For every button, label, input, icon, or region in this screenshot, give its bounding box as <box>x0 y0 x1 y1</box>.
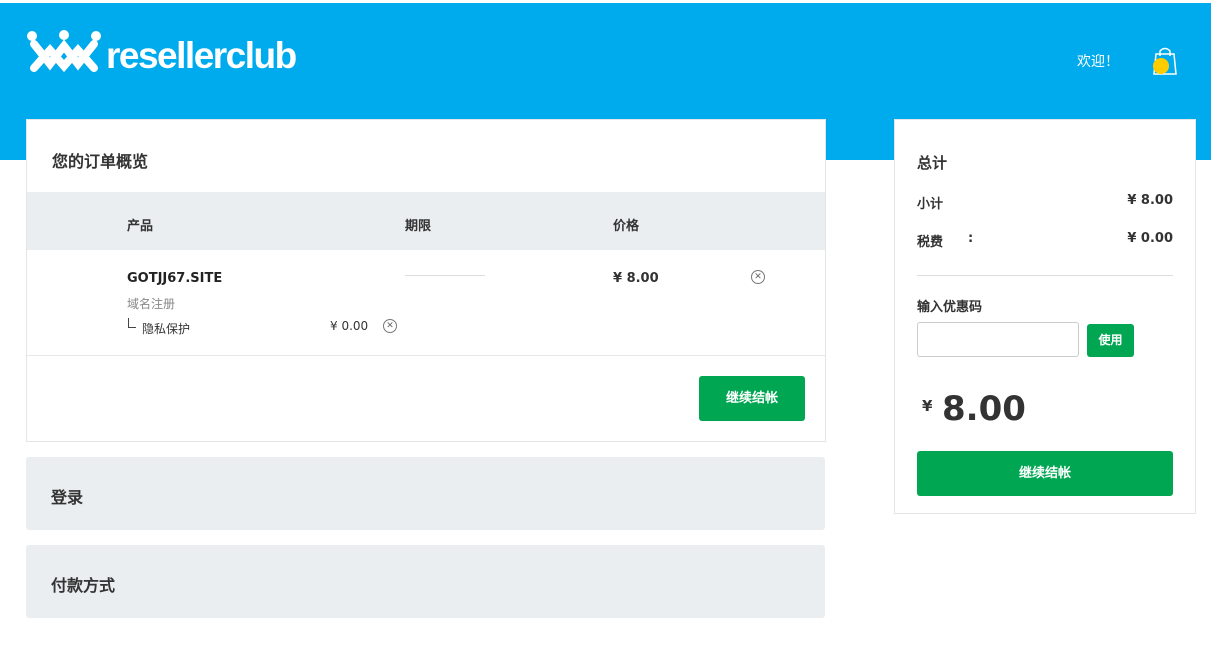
privacy-protection-price: ¥ 0.00 <box>330 319 369 333</box>
apply-coupon-button[interactable]: 使用 <box>1087 324 1134 357</box>
shopping-bag-icon <box>1153 47 1177 75</box>
order-overview-title: 您的订单概览 <box>52 152 149 171</box>
item-price: ¥ 8.00 <box>613 271 659 286</box>
summary-title: 总计 <box>917 154 948 172</box>
domain-name: GOTJJ67.SITE <box>127 271 223 286</box>
subtotal-value: ¥ 8.00 <box>1127 193 1173 208</box>
continue-checkout-button[interactable]: 继续结帐 <box>699 376 805 421</box>
login-section-title: 登录 <box>51 488 84 507</box>
row-divider <box>27 355 825 356</box>
order-table-header: 产品 期限 价格 <box>27 192 825 250</box>
welcome-text: 欢迎！ <box>1077 54 1119 70</box>
tax-label: 税费 <box>917 235 944 250</box>
addon-connector <box>128 318 136 328</box>
cart-button[interactable] <box>1152 46 1177 76</box>
remove-item-icon[interactable]: ✕ <box>751 270 765 284</box>
column-price: 价格 <box>613 219 640 234</box>
payment-method-section[interactable]: 付款方式 <box>26 545 825 618</box>
order-overview-card: 您的订单概览 产品 期限 价格 GOTJJ67.SITE 域名注册 隐私保护 ¥… <box>26 119 826 442</box>
brand-logo[interactable]: resellerclub <box>26 30 297 80</box>
subtotal-label: 小计 <box>917 197 944 212</box>
total-amount: 8.00 <box>942 389 1026 429</box>
summary-continue-checkout-button[interactable]: 继续结帐 <box>917 451 1173 496</box>
term-select[interactable] <box>405 275 485 276</box>
cart-badge <box>1153 58 1169 74</box>
total-currency: ¥ <box>922 397 933 415</box>
summary-divider <box>917 275 1173 276</box>
tax-colon: : <box>968 231 974 246</box>
product-type: 域名注册 <box>127 297 176 311</box>
column-term: 期限 <box>405 219 432 234</box>
privacy-protection-label: 隐私保护 <box>142 322 191 336</box>
column-product: 产品 <box>127 219 154 234</box>
brand-name: resellerclub <box>106 34 297 76</box>
resellerclub-logo-icon <box>27 30 101 73</box>
coupon-code-input[interactable] <box>917 322 1079 357</box>
remove-addon-icon[interactable]: ✕ <box>383 319 397 333</box>
login-section[interactable]: 登录 <box>26 457 825 530</box>
payment-method-title: 付款方式 <box>51 576 116 595</box>
order-summary-card: 总计 小计 ¥ 8.00 税费 : ¥ 0.00 输入优惠码 使用 ¥ 8.00… <box>894 119 1196 514</box>
tax-value: ¥ 0.00 <box>1127 231 1173 246</box>
coupon-label: 输入优惠码 <box>917 300 983 315</box>
